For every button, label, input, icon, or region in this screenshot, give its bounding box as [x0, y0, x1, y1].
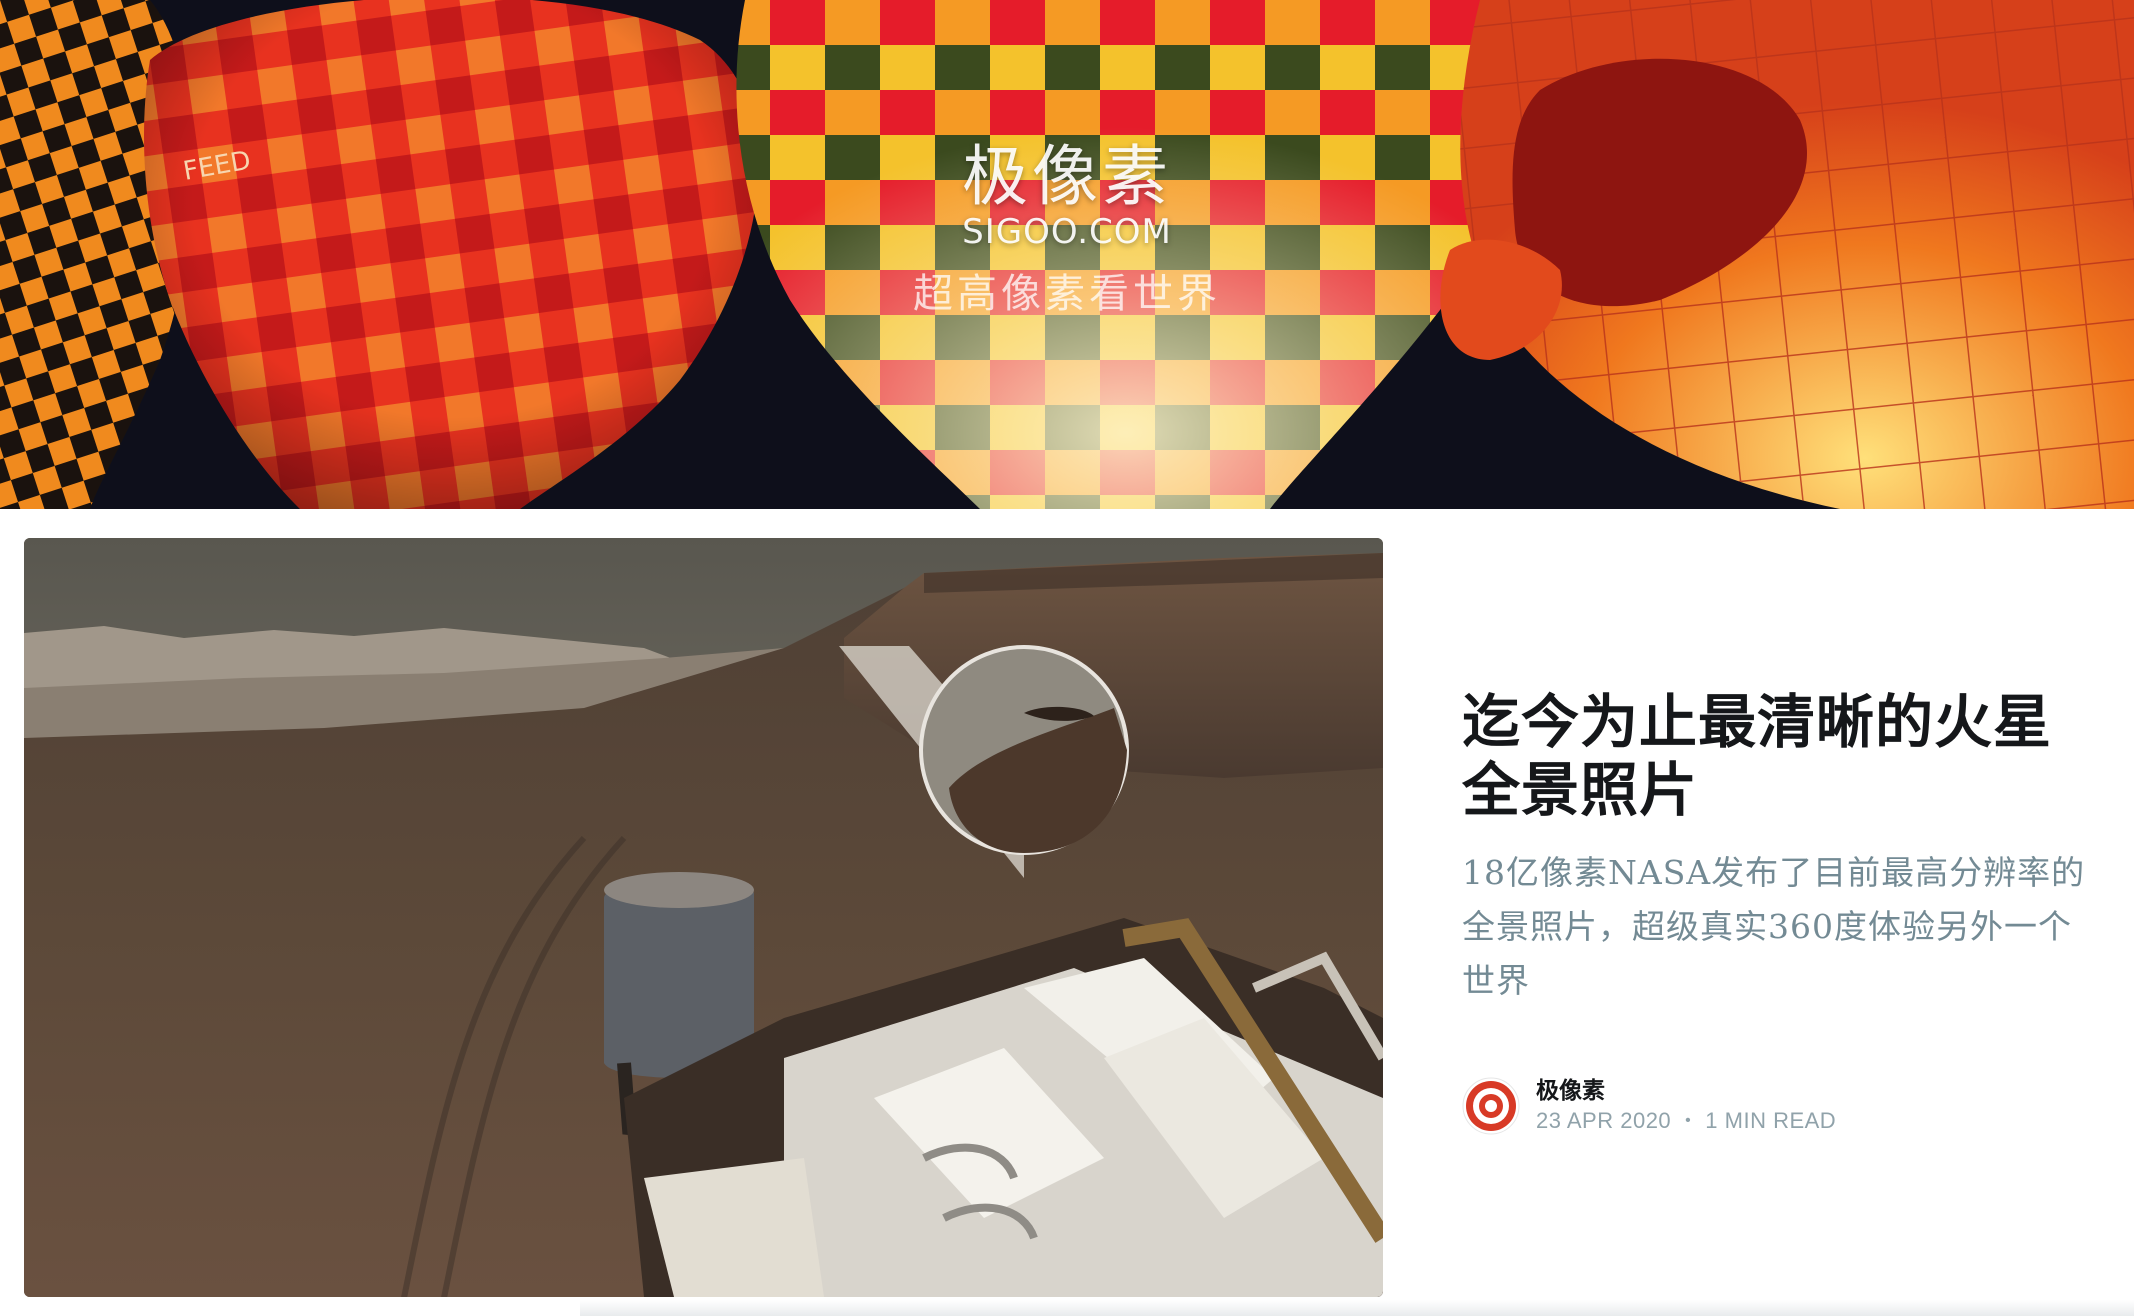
site-domain[interactable]: SIGOO.COM — [0, 214, 2134, 250]
site-slogan: 超高像素看世界 — [913, 271, 1221, 317]
author-avatar[interactable] — [1462, 1077, 1520, 1135]
post-meta-text: 极像素 23 APR 2020 • 1 MIN READ — [1536, 1076, 1836, 1136]
meta-separator: • — [1685, 1112, 1692, 1129]
mars-panorama-image — [24, 538, 1383, 1297]
card-bottom-shadow — [580, 1300, 2134, 1316]
author-name[interactable]: 极像素 — [1536, 1076, 1836, 1106]
post-meta: 极像素 23 APR 2020 • 1 MIN READ — [1462, 1076, 1836, 1136]
site-logo[interactable]: 极像素 — [0, 140, 2134, 214]
post-date: 23 APR 2020 — [1536, 1108, 1672, 1133]
post-title[interactable]: 迄今为止最清晰的火星全景照片 — [1462, 688, 2102, 824]
post-date-line: 23 APR 2020 • 1 MIN READ — [1536, 1106, 1836, 1136]
post-content[interactable]: 迄今为止最清晰的火星全景照片 18亿像素NASA发布了目前最高分辨率的全景照片，… — [1462, 688, 2102, 1135]
site-header: FEED 极像素 SIGOO.COM 超高像素看世界 — [0, 0, 2134, 509]
target-avatar-icon — [1462, 1077, 1520, 1135]
post-excerpt[interactable]: 18亿像素NASA发布了目前最高分辨率的全景照片，超级真实360度体验另外一个世… — [1462, 846, 2102, 1008]
reading-time: 1 MIN READ — [1705, 1108, 1837, 1133]
site-branding[interactable]: 极像素 SIGOO.COM 超高像素看世界 — [0, 140, 2134, 318]
post-feature-image[interactable] — [24, 538, 1383, 1297]
